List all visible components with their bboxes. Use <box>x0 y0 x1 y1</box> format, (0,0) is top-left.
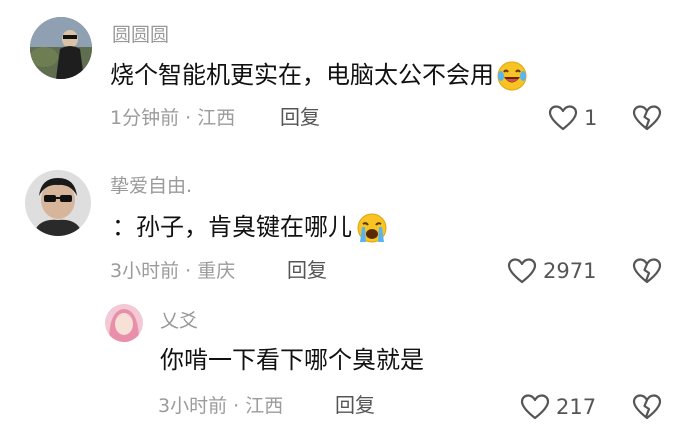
heart-outline-icon <box>507 258 537 284</box>
comment-text: ：孙子，肯臭键在哪儿 <box>112 212 390 244</box>
reply-time-location: 3小时前 · 江西 <box>158 395 284 417</box>
comment-text-body: 烧个智能机更实在，电脑太公不会用 <box>110 61 494 89</box>
crying-emoji-icon <box>357 213 387 243</box>
comment-item: 挚爱自由. ：孙子，肯臭键在哪儿 3小时前 · 重庆 回复 2971 <box>0 160 690 300</box>
heart-outline-icon <box>520 394 550 420</box>
laughing-crying-emoji-icon <box>497 61 527 91</box>
comment-username[interactable]: 圆圆圆 <box>112 25 169 45</box>
avatar-image <box>105 304 143 342</box>
reply-username[interactable]: 乂爻 <box>160 311 198 331</box>
dislike-button[interactable] <box>632 104 662 136</box>
broken-heart-icon <box>632 258 662 284</box>
like-button[interactable]: 217 <box>520 393 596 421</box>
comment-item: 圆圆圆 烧个智能机更实在，电脑太公不会用 1分钟前 · 江西 回复 1 <box>0 0 690 150</box>
comment-username[interactable]: 挚爱自由. <box>110 176 192 196</box>
like-count: 1 <box>584 106 598 130</box>
avatar[interactable] <box>25 170 91 236</box>
like-button[interactable]: 1 <box>548 104 597 132</box>
reply-button[interactable]: 回复 <box>335 394 375 416</box>
broken-heart-icon <box>632 105 662 131</box>
like-count: 217 <box>556 395 597 419</box>
heart-outline-icon <box>548 105 578 131</box>
avatar-image <box>30 17 92 79</box>
like-count: 2971 <box>543 259 597 283</box>
dislike-button[interactable] <box>632 393 662 425</box>
like-button[interactable]: 2971 <box>507 257 596 285</box>
comment-text-body: ：孙子，肯臭键在哪儿 <box>112 213 352 241</box>
avatar-image <box>25 170 91 236</box>
reply-item: 乂爻 你啃一下看下哪个臭就是 3小时前 · 江西 回复 217 <box>0 300 690 426</box>
comment-time-location: 3小时前 · 重庆 <box>110 260 236 282</box>
avatar[interactable] <box>30 17 92 79</box>
comment-text: 烧个智能机更实在，电脑太公不会用 <box>110 60 528 92</box>
reply-button[interactable]: 回复 <box>287 259 327 281</box>
avatar[interactable] <box>105 304 143 342</box>
reply-button[interactable]: 回复 <box>280 106 320 128</box>
dislike-button[interactable] <box>632 257 662 289</box>
comment-time-location: 1分钟前 · 江西 <box>110 107 236 129</box>
reply-text: 你啃一下看下哪个臭就是 <box>160 346 424 374</box>
broken-heart-icon <box>632 394 662 420</box>
